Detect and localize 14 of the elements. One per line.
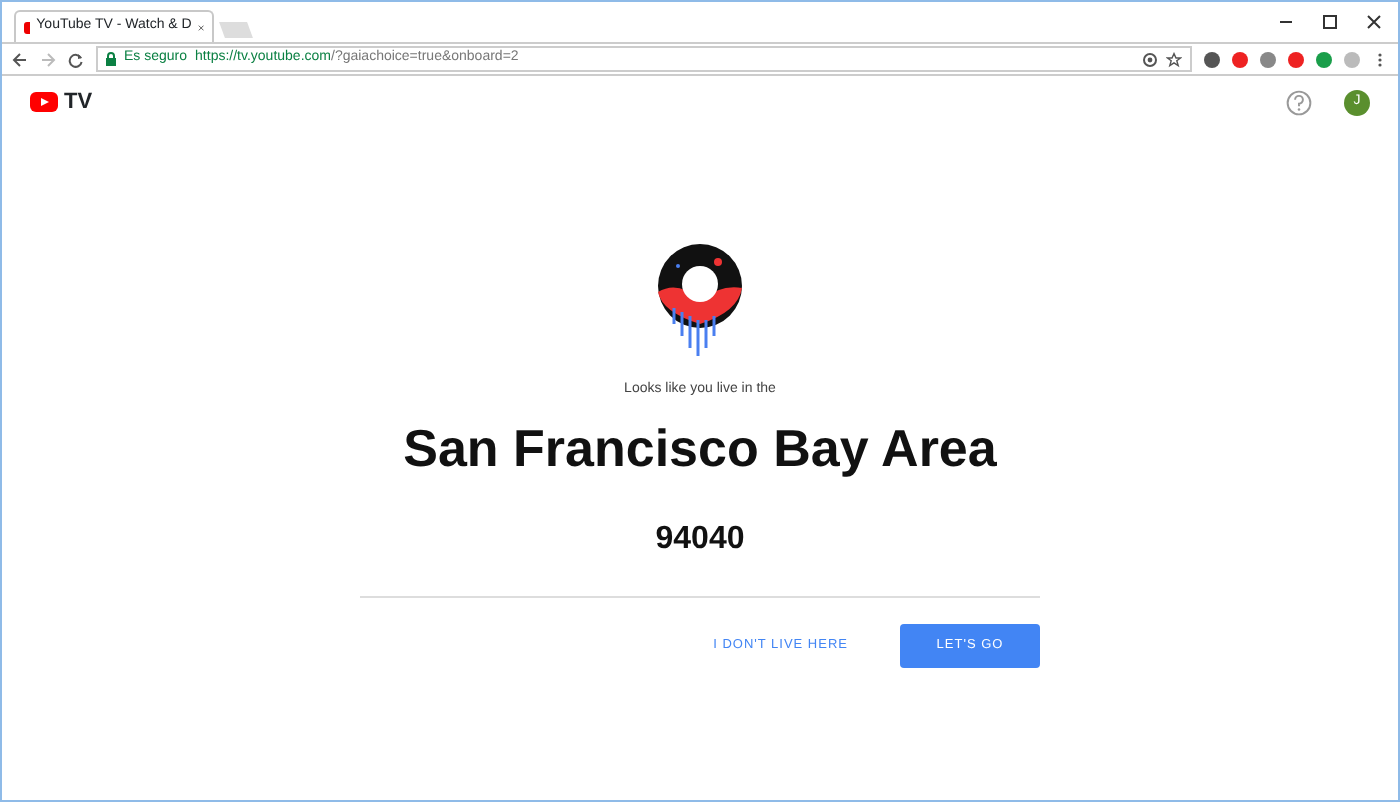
help-icon[interactable] (1286, 89, 1312, 115)
star-icon[interactable] (1166, 51, 1182, 67)
logo-text: TV (64, 87, 93, 118)
close-tab-icon[interactable] (197, 19, 204, 35)
target-icon[interactable] (1142, 51, 1158, 67)
maximize-icon[interactable] (1322, 14, 1338, 30)
lock-icon (106, 52, 116, 66)
reload-icon[interactable] (68, 51, 84, 67)
play-logo-icon (30, 92, 58, 112)
area-name: San Francisco Bay Area (403, 415, 997, 481)
close-icon[interactable] (1366, 14, 1382, 30)
zip-code: 94040 (655, 519, 745, 559)
map-pin-drawing (654, 244, 746, 356)
back-icon[interactable] (12, 51, 28, 67)
